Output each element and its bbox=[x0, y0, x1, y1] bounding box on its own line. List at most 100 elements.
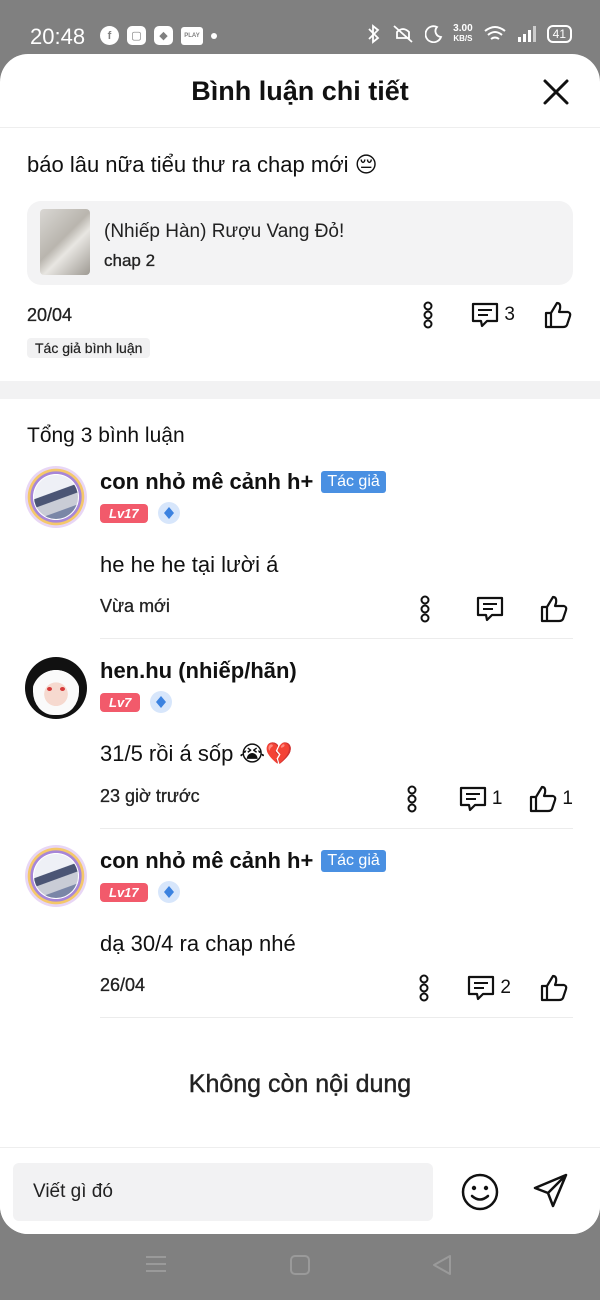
author-badge: Tác giả bbox=[321, 471, 386, 493]
send-icon bbox=[533, 1173, 568, 1208]
reply-icon bbox=[459, 786, 486, 812]
back-nav-icon bbox=[433, 1255, 451, 1275]
like-button[interactable] bbox=[539, 973, 573, 1003]
reference-title: (Nhiếp Hàn) Rượu Vang Đỏ! bbox=[104, 221, 345, 242]
more-icon bbox=[420, 595, 430, 623]
play-label: PLAY bbox=[184, 32, 200, 39]
reference-chapter: chap 2 bbox=[104, 251, 156, 270]
like-icon bbox=[530, 785, 557, 813]
chapter-reference-card[interactable]: (Nhiếp Hàn) Rượu Vang Đỏ! chap 2 bbox=[27, 201, 573, 285]
comment-detail-sheet: Bình luận chi tiết báo lâu nữa tiểu thư … bbox=[0, 54, 600, 1234]
emoji-icon bbox=[461, 1173, 499, 1211]
battery-indicator: 41 bbox=[546, 25, 572, 43]
reply-icon bbox=[472, 302, 499, 328]
sheet-title: Bình luận chi tiết bbox=[191, 76, 409, 106]
comment-text: dạ 30/4 ra chap nhé bbox=[100, 931, 296, 956]
back-button[interactable] bbox=[431, 1254, 453, 1281]
close-button[interactable] bbox=[542, 78, 570, 106]
comment-time: 23 giờ trước bbox=[100, 786, 200, 806]
more-button[interactable] bbox=[406, 785, 418, 813]
author-name: hen.hu (nhiếp/hãn) bbox=[100, 658, 297, 683]
chapter-thumbnail bbox=[40, 209, 90, 275]
like-button[interactable] bbox=[543, 300, 573, 330]
comment-text: 31/5 rồi á sốp 😭💔 bbox=[100, 741, 293, 766]
more-button[interactable] bbox=[419, 595, 431, 623]
reply-count: 3 bbox=[504, 304, 515, 325]
main-comment-date: 20/04 bbox=[27, 304, 73, 325]
signal-icon bbox=[517, 26, 536, 42]
system-nav-bar bbox=[0, 1234, 600, 1300]
avatar[interactable] bbox=[25, 466, 87, 528]
level-badge: Lv17 bbox=[100, 503, 148, 523]
network-speed: 3.00 KB/S bbox=[453, 23, 473, 44]
app-notification-icon: ▢ bbox=[127, 26, 146, 45]
more-icon bbox=[407, 785, 417, 813]
like-button[interactable]: 1 bbox=[528, 784, 573, 814]
comment-time: Vừa mới bbox=[100, 596, 170, 616]
close-icon bbox=[543, 79, 569, 105]
like-icon bbox=[540, 974, 568, 1002]
avatar[interactable] bbox=[25, 657, 87, 719]
author-badge: Tác giả bbox=[321, 850, 386, 872]
more-button[interactable] bbox=[418, 974, 430, 1002]
comment-author[interactable]: hen.hu (nhiếp/hãn) bbox=[100, 658, 297, 684]
more-notifications-dot bbox=[211, 32, 217, 39]
play-store-icon: PLAY bbox=[181, 26, 203, 45]
reply-button[interactable] bbox=[475, 595, 509, 623]
comment-text: he he he tại lười á bbox=[100, 552, 279, 577]
wifi-icon bbox=[484, 26, 506, 40]
comment-time: 26/04 bbox=[100, 975, 146, 995]
notification-icons: f ▢ ◆ PLAY bbox=[100, 26, 217, 45]
mute-icon bbox=[393, 25, 413, 43]
avatar[interactable] bbox=[25, 845, 87, 907]
reply-button[interactable]: 3 bbox=[470, 301, 515, 329]
diamond-icon bbox=[157, 502, 180, 524]
level-badge: Lv17 bbox=[100, 882, 148, 902]
user-badges: Lv17 bbox=[100, 502, 180, 524]
comment-separator bbox=[100, 828, 573, 829]
author-name: con nhỏ mê cảnh h+ bbox=[100, 848, 314, 873]
comment-author[interactable]: con nhỏ mê cảnh h+ Tác giả bbox=[100, 848, 386, 874]
comment-input[interactable] bbox=[13, 1163, 433, 1221]
comment-input-bar bbox=[0, 1147, 600, 1234]
comment-author[interactable]: con nhỏ mê cảnh h+ Tác giả bbox=[100, 469, 386, 495]
recent-apps-button[interactable] bbox=[145, 1254, 167, 1279]
app-notification-icon-2: ◆ bbox=[154, 26, 173, 45]
comment-actions bbox=[419, 592, 573, 626]
total-comments-label: Tổng 3 bình luận bbox=[27, 424, 185, 447]
like-icon bbox=[544, 301, 572, 329]
facebook-icon: f bbox=[100, 26, 119, 45]
end-of-content-label: Không còn nội dung bbox=[188, 1070, 412, 1098]
more-icon bbox=[419, 974, 429, 1002]
author-name: con nhỏ mê cảnh h+ bbox=[100, 469, 314, 494]
section-divider bbox=[0, 381, 600, 399]
comment-actions: 1 1 bbox=[406, 782, 573, 816]
sheet-header: Bình luận chi tiết bbox=[0, 54, 600, 128]
diamond-icon bbox=[157, 881, 180, 903]
status-time: 20:48 bbox=[30, 24, 86, 49]
reply-button[interactable]: 2 bbox=[466, 974, 511, 1002]
comment-separator bbox=[100, 638, 573, 639]
comment-separator bbox=[100, 1017, 573, 1018]
status-bar: 20:48 f ▢ ◆ PLAY 3.00 KB/S 41 bbox=[0, 0, 600, 60]
main-comment-actions: 3 bbox=[422, 298, 573, 332]
more-button[interactable] bbox=[422, 301, 434, 329]
comment-meta: 26/04 2 bbox=[100, 969, 573, 1003]
comment-meta: Vừa mới bbox=[100, 590, 573, 624]
send-button[interactable] bbox=[532, 1172, 570, 1215]
status-right: 3.00 KB/S 41 bbox=[367, 24, 572, 44]
user-badges: Lv7 bbox=[100, 691, 173, 713]
author-comment-tag: Tác giả bình luận bbox=[27, 338, 151, 358]
diamond-icon bbox=[150, 691, 173, 713]
main-comment-meta: 20/04 3 bbox=[27, 298, 573, 332]
do-not-disturb-icon bbox=[425, 25, 443, 43]
home-button[interactable] bbox=[289, 1254, 311, 1281]
reply-button[interactable]: 1 bbox=[458, 785, 502, 813]
comment-actions: 2 bbox=[418, 971, 573, 1005]
like-icon bbox=[540, 595, 568, 623]
like-button[interactable] bbox=[539, 594, 573, 624]
emoji-button[interactable] bbox=[460, 1172, 500, 1217]
main-comment-text: báo lâu nữa tiểu thư ra chap mới 😔 bbox=[27, 152, 378, 177]
user-badges: Lv17 bbox=[100, 881, 180, 903]
bluetooth-icon bbox=[368, 24, 380, 44]
